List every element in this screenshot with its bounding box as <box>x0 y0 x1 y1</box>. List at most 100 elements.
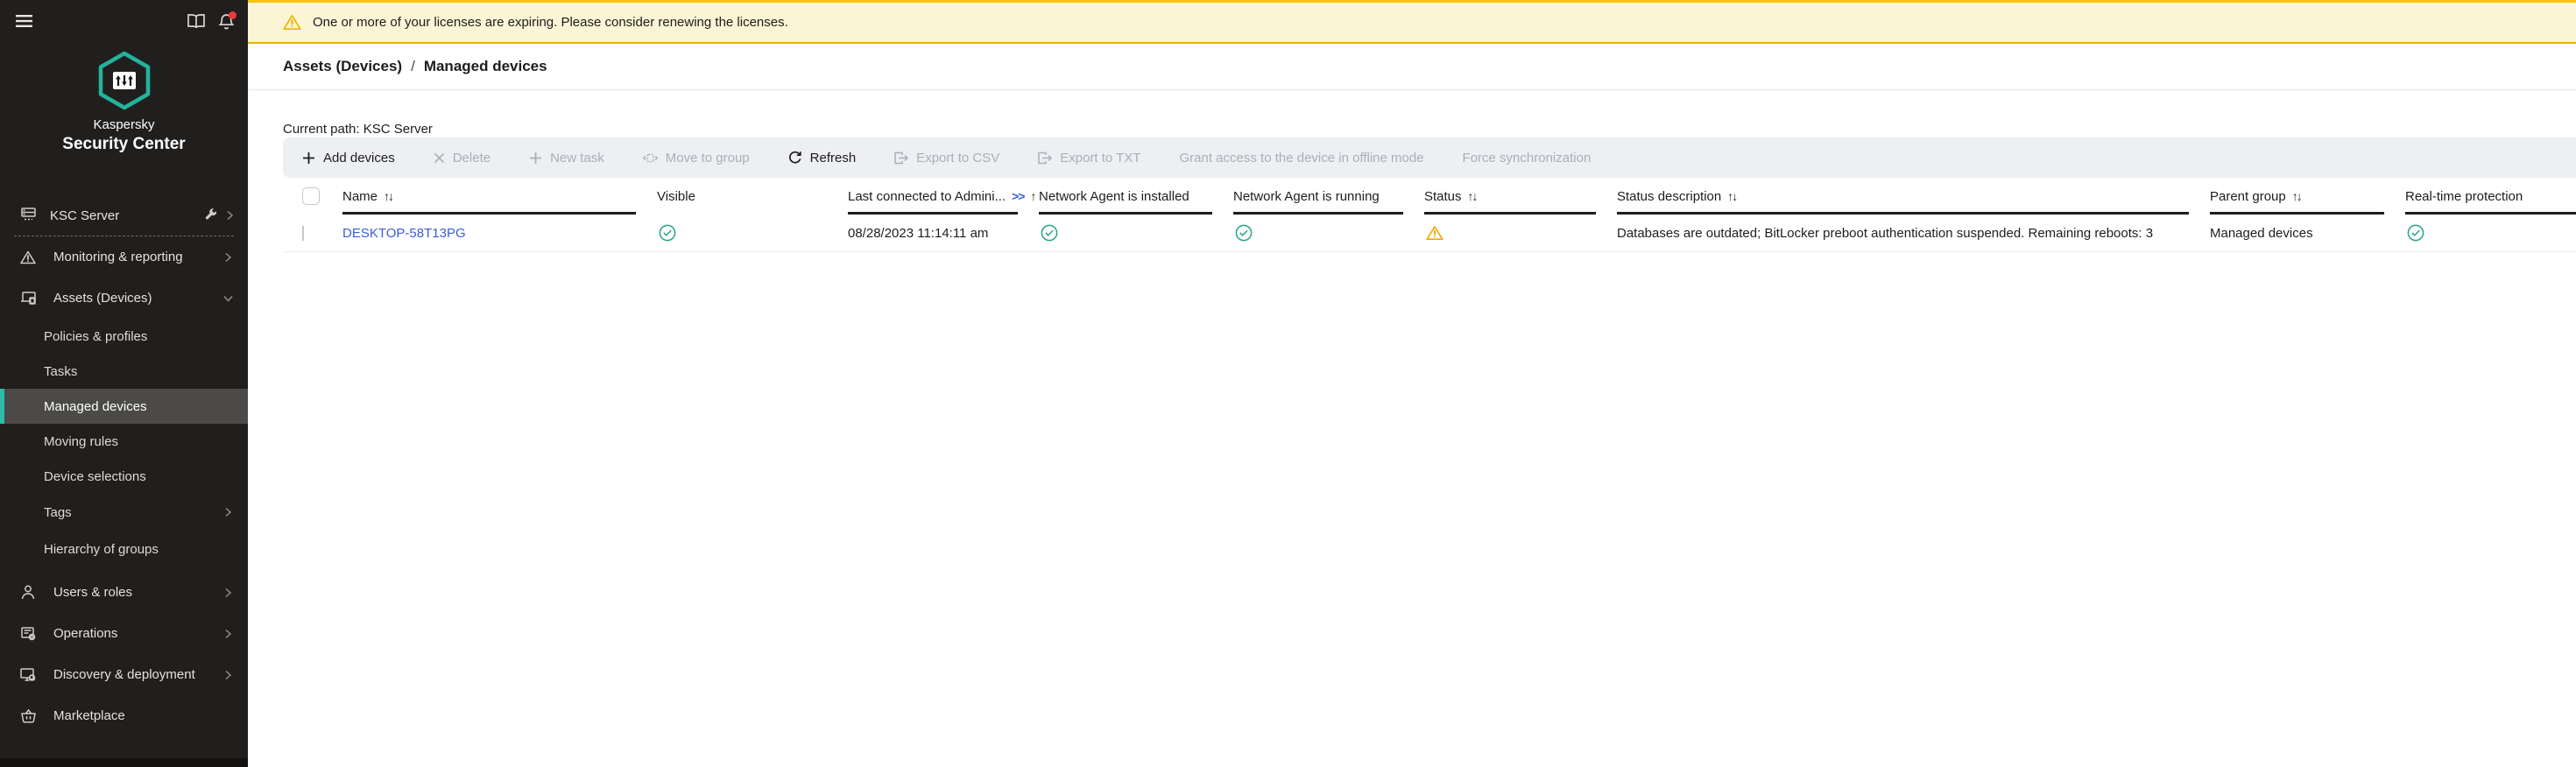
last-connected-cell: 08/28/2023 11:14:11 am <box>848 226 1039 241</box>
grant-offline-access-button: Grant access to the device in offline mo… <box>1180 151 1424 165</box>
add-devices-button[interactable]: Add devices <box>302 151 395 165</box>
column-header-status[interactable]: Status ↑↓ <box>1424 178 1617 215</box>
sort-icon[interactable]: ↑↓ <box>384 189 392 203</box>
sidebar-item-device-selections[interactable]: Device selections <box>0 459 248 494</box>
sort-icon[interactable]: ↑↓ <box>1468 189 1477 203</box>
notifications-bell-icon[interactable] <box>218 13 235 30</box>
status-description-cell: Databases are outdated; BitLocker preboo… <box>1617 226 2210 241</box>
toolbar: Add devices Delete New task Move to grou… <box>283 137 2576 178</box>
sidebar-item-monitoring-reporting[interactable]: Monitoring & reporting <box>0 236 248 278</box>
user-icon <box>19 585 37 600</box>
breadcrumb-page: Managed devices <box>424 58 547 75</box>
server-settings-wrench-icon[interactable] <box>204 208 217 224</box>
column-header-last-connected[interactable]: Last connected to Admini... >> ↑ <box>848 178 1039 215</box>
sidebar-item-label: Discovery & deployment <box>53 667 195 682</box>
column-header-visible: Visible <box>657 178 848 215</box>
brand-logo-block: Kaspersky Security Center <box>0 51 248 154</box>
current-path-label: Current path: KSC Server <box>283 122 433 137</box>
row-divider <box>283 251 2576 252</box>
sidebar-item-hierarchy-of-groups[interactable]: Hierarchy of groups <box>0 531 248 567</box>
delete-button: Delete <box>434 151 490 165</box>
select-all-cell <box>248 178 342 215</box>
sidebar-item-moving-rules[interactable]: Moving rules <box>0 424 248 459</box>
force-synchronization-button: Force synchronization <box>1463 151 1591 165</box>
chevron-right-icon <box>224 507 232 517</box>
export-icon <box>894 151 908 165</box>
row-select-cell <box>248 226 342 241</box>
notification-badge <box>229 11 236 19</box>
row-checkbox[interactable] <box>302 226 304 241</box>
select-all-checkbox[interactable] <box>302 187 320 205</box>
server-icon <box>21 208 36 224</box>
sidebar-item-label: Managed devices <box>44 399 147 414</box>
new-task-button: New task <box>529 151 604 165</box>
sidebar-item-ksc-server[interactable]: KSC Server <box>0 196 248 235</box>
sidebar-top-bar <box>0 0 248 42</box>
sidebar-item-label: Tags <box>44 505 72 520</box>
alert-triangle-icon <box>19 250 37 264</box>
monitor-search-icon <box>19 668 37 682</box>
refresh-button[interactable]: Refresh <box>788 151 857 165</box>
column-header-parent-group[interactable]: Parent group ↑↓ <box>2210 178 2405 215</box>
sidebar-item-users-roles[interactable]: Users & roles <box>0 572 248 613</box>
sidebar-item-discovery-deployment[interactable]: Discovery & deployment <box>0 654 248 695</box>
agent-installed-ok-icon <box>1041 224 1058 242</box>
sidebar-item-label: KSC Server <box>50 208 119 223</box>
sort-ascending-icon[interactable]: ↑ <box>1030 189 1036 203</box>
sidebar-item-label: Tasks <box>44 364 77 379</box>
device-name-link[interactable]: DESKTOP-58T13PG <box>342 226 466 241</box>
main-area: One or more of your licenses are expirin… <box>248 0 2576 767</box>
agent-running-ok-icon <box>1235 224 1253 242</box>
sidebar-item-label: Users & roles <box>53 585 132 600</box>
app-window: Kaspersky Security Center KSC Server <box>0 0 2576 767</box>
sort-icon[interactable]: ↑↓ <box>2292 189 2301 203</box>
column-header-agent-installed[interactable]: Network Agent is installed <box>1039 178 1233 215</box>
devices-icon <box>19 292 37 306</box>
sidebar-item-marketplace[interactable]: Marketplace <box>0 695 248 736</box>
plus-icon <box>529 151 542 165</box>
sidebar-item-operations[interactable]: Operations <box>0 613 248 654</box>
chevron-right-icon <box>224 252 232 263</box>
brand-product: Security Center <box>0 135 248 154</box>
sidebar-item-assets-devices[interactable]: Assets (Devices) <box>0 278 248 319</box>
kaspersky-hexagon-logo-icon <box>97 51 152 110</box>
table-row: DESKTOP-58T13PG 08/28/2023 11:14:11 am <box>248 215 2576 251</box>
sidebar-item-label: Marketplace <box>53 708 125 723</box>
chevron-right-icon <box>224 588 232 598</box>
table-header-row: Name ↑↓ Visible Last connected to Admini… <box>248 178 2576 215</box>
sidebar-item-policies-profiles[interactable]: Policies & profiles <box>0 319 248 354</box>
column-header-realtime-protection[interactable]: Real-time protection <box>2405 178 2576 215</box>
sidebar-item-tags[interactable]: Tags <box>0 494 248 531</box>
sidebar-item-managed-devices[interactable]: Managed devices <box>0 389 248 424</box>
hamburger-menu-icon[interactable] <box>16 14 32 28</box>
move-to-group-button: Move to group <box>643 151 750 165</box>
sidebar-item-label: Monitoring & reporting <box>53 250 183 264</box>
breadcrumb-section[interactable]: Assets (Devices) <box>283 58 402 75</box>
export-csv-button: Export to CSV <box>894 151 999 165</box>
sidebar-item-label: Assets (Devices) <box>53 291 152 306</box>
banner-message: One or more of your licenses are expirin… <box>313 15 788 30</box>
devices-table: Name ↑↓ Visible Last connected to Admini… <box>248 178 2576 251</box>
chevron-down-icon <box>223 294 234 302</box>
sidebar-item-label: Policies & profiles <box>44 329 147 344</box>
help-book-icon[interactable] <box>187 14 205 28</box>
plus-icon <box>302 151 315 165</box>
column-header-name[interactable]: Name ↑↓ <box>342 178 657 215</box>
refresh-icon <box>788 151 802 165</box>
move-icon <box>643 151 658 165</box>
sidebar-item-label: Moving rules <box>44 434 118 449</box>
sidebar-item-label: Hierarchy of groups <box>44 542 159 557</box>
chevron-right-icon <box>224 670 232 680</box>
chevron-right-icon <box>226 210 234 221</box>
expand-column-link[interactable]: >> <box>1012 189 1024 203</box>
visible-ok-icon <box>659 224 676 242</box>
export-icon <box>1038 151 1052 165</box>
document-gear-icon <box>19 627 37 641</box>
chevron-right-icon <box>224 629 232 639</box>
sidebar-item-tasks[interactable]: Tasks <box>0 354 248 389</box>
column-header-status-description[interactable]: Status description ↑↓ <box>1617 178 2210 215</box>
column-header-agent-running[interactable]: Network Agent is running <box>1233 178 1424 215</box>
sidebar-item-label: Operations <box>53 626 117 641</box>
x-icon <box>434 152 445 164</box>
sort-icon[interactable]: ↑↓ <box>1727 189 1736 203</box>
